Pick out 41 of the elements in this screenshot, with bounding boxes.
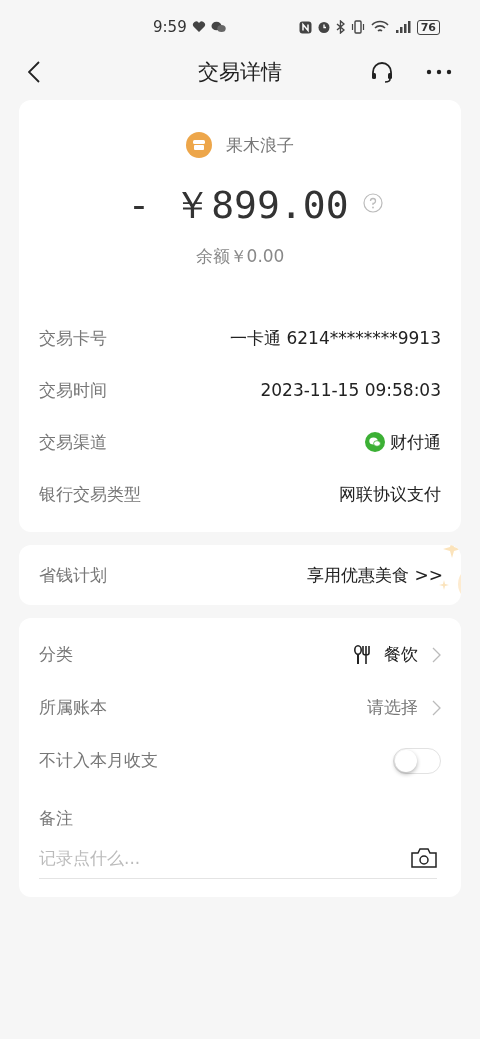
chat-icon [210, 21, 226, 33]
vibrate-icon [349, 20, 366, 34]
page-title: 交易详情 [198, 59, 282, 86]
heart-icon [191, 21, 206, 33]
note-label: 备注 [39, 807, 74, 830]
setting-selector[interactable]: 请选择 [367, 696, 441, 719]
status-time: 9:59 [153, 18, 187, 36]
setting-label: 分类 [39, 643, 73, 666]
detail-label: 交易渠道 [39, 430, 107, 454]
shop-icon [186, 132, 212, 158]
setting-label: 不计入本月收支 [39, 749, 158, 772]
setting-selector[interactable]: 餐饮 [354, 643, 441, 666]
bluetooth-icon [335, 20, 345, 34]
alarm-icon [316, 20, 331, 34]
detail-value: 2023-11-15 09:58:03 [260, 380, 441, 400]
headset-icon[interactable] [370, 60, 394, 84]
amount: - ￥899.00 [127, 182, 349, 229]
savings-label: 省钱计划 [39, 563, 107, 587]
note-field[interactable]: 记录点什么... [39, 848, 411, 868]
detail-value: 一卡通 6214********9913 [230, 326, 441, 350]
back-icon[interactable] [28, 61, 40, 83]
nfc-icon [298, 20, 312, 34]
balance: 余额￥0.00 [195, 245, 285, 268]
battery-indicator: 76 [416, 19, 440, 35]
toggle-switch[interactable] [393, 747, 441, 774]
utensils-icon [354, 644, 370, 665]
savings-link[interactable]: 享用优惠美食 >> [307, 563, 443, 587]
detail-label: 交易时间 [39, 378, 107, 402]
wifi-icon [370, 20, 389, 34]
merchant-name: 果木浪子 [226, 133, 294, 157]
detail-value: 财付通 [390, 430, 441, 454]
wechat-icon [365, 432, 385, 452]
chevron-icon [432, 646, 441, 663]
more-icon[interactable] [426, 69, 452, 75]
detail-label: 银行交易类型 [39, 482, 141, 506]
signal-icon [393, 20, 412, 34]
detail-value: 网联协议支付 [339, 482, 441, 506]
camera-icon[interactable] [411, 848, 437, 868]
detail-label: 交易卡号 [39, 326, 107, 350]
chevron-icon [432, 699, 441, 716]
setting-label: 所属账本 [39, 696, 107, 719]
